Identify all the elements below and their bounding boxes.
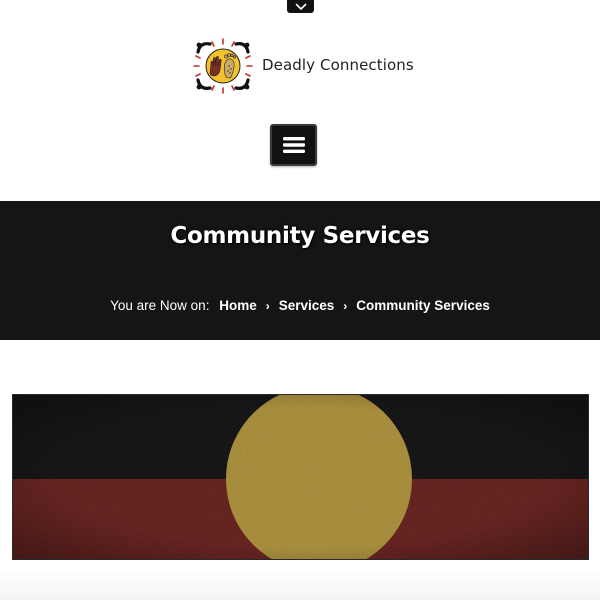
breadcrumb-services-link[interactable]: Services xyxy=(279,298,335,313)
chevron-down-icon xyxy=(295,3,306,10)
breadcrumb-separator: › xyxy=(343,299,348,313)
site-logo[interactable] xyxy=(190,36,256,96)
breadcrumb-home-link[interactable]: Home xyxy=(219,298,257,313)
breadcrumb: You are Now on: Home › Services › Community … xyxy=(0,298,600,313)
breadcrumb-current-page: Community Services xyxy=(356,298,490,313)
main-menu-button[interactable] xyxy=(270,124,317,166)
top-bar-toggle-button[interactable] xyxy=(287,0,314,13)
breadcrumb-separator: › xyxy=(265,299,270,313)
hamburger-menu-icon xyxy=(282,137,305,153)
aboriginal-flag-graphic xyxy=(13,395,588,559)
site-name[interactable]: Deadly Connections xyxy=(262,56,414,74)
logo-emblem-icon xyxy=(193,38,253,94)
page-header-banner: Community Services You are Now on: Home ›… xyxy=(0,201,600,340)
page-title: Community Services xyxy=(170,223,430,249)
breadcrumb-prefix: You are Now on: xyxy=(110,298,210,313)
content-area-background xyxy=(0,568,600,600)
aboriginal-flag-banner-image xyxy=(12,394,589,560)
